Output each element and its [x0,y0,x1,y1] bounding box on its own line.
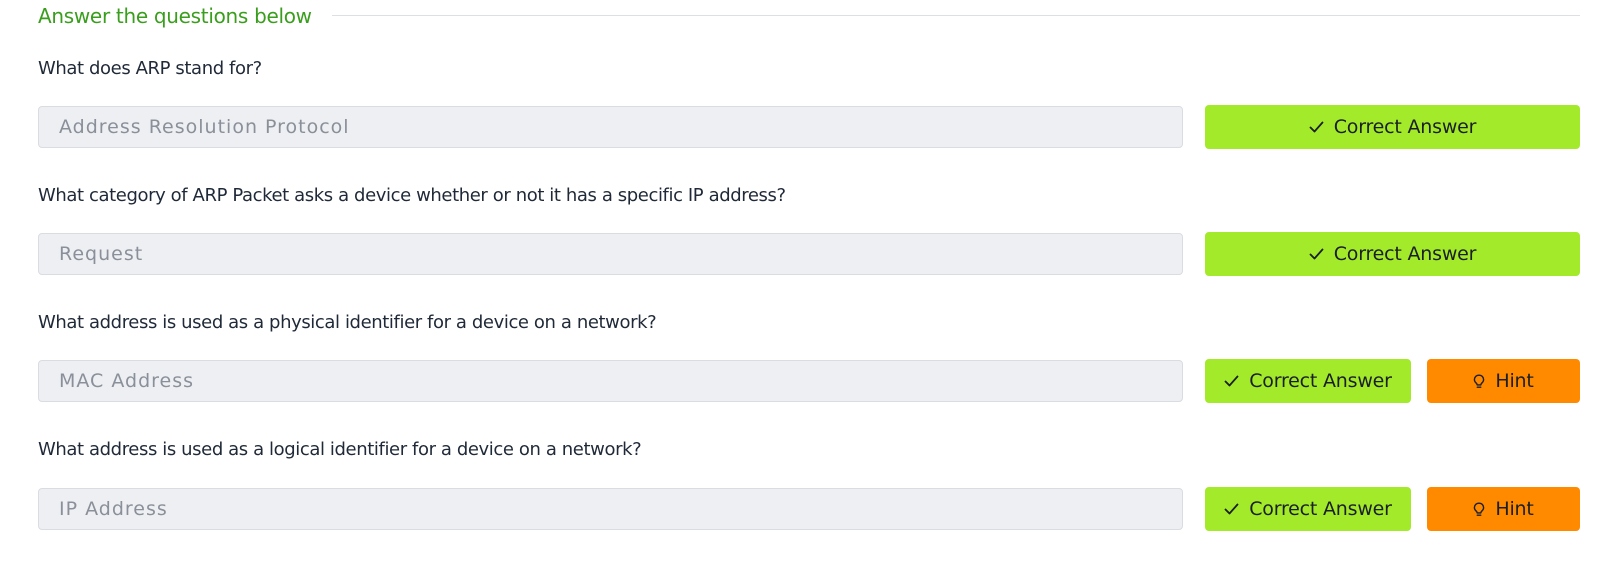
hint-label: Hint [1495,498,1534,520]
answer-field[interactable]: IP Address [38,488,1183,530]
answer-field[interactable]: Request [38,233,1183,275]
correct-answer-label: Correct Answer [1333,243,1477,265]
answer-field[interactable]: MAC Address [38,360,1183,402]
hint-button[interactable]: Hint [1427,359,1580,403]
check-icon [1224,503,1239,515]
lightbulb-icon [1474,502,1485,516]
answer-value: Address Resolution Protocol [59,116,350,138]
answer-value: IP Address [59,498,168,520]
correct-answer-button[interactable]: Correct Answer [1205,105,1580,149]
section-header: Answer the questions below [38,0,1580,31]
correct-answer-button[interactable]: Correct Answer [1205,232,1580,276]
correct-answer-button[interactable]: Correct Answer [1205,359,1411,403]
answer-value: Request [59,243,144,265]
correct-answer-label: Correct Answer [1249,498,1392,520]
question-text: What address is used as a physical ident… [38,312,657,333]
question-text: What address is used as a logical identi… [38,439,642,460]
answer-field[interactable]: Address Resolution Protocol [38,106,1183,148]
check-icon [1309,121,1324,133]
correct-answer-label: Correct Answer [1249,370,1392,392]
hint-label: Hint [1495,370,1534,392]
question-text: What does ARP stand for? [38,58,262,79]
answer-value: MAC Address [59,370,195,392]
correct-answer-label: Correct Answer [1333,116,1477,138]
check-icon [1224,375,1239,387]
question-text: What category of ARP Packet asks a devic… [38,185,786,206]
lightbulb-icon [1474,374,1485,388]
correct-answer-button[interactable]: Correct Answer [1205,487,1411,531]
section-divider [331,15,1580,16]
section-title: Answer the questions below [38,3,312,28]
hint-button[interactable]: Hint [1427,487,1580,531]
check-icon [1309,248,1324,260]
